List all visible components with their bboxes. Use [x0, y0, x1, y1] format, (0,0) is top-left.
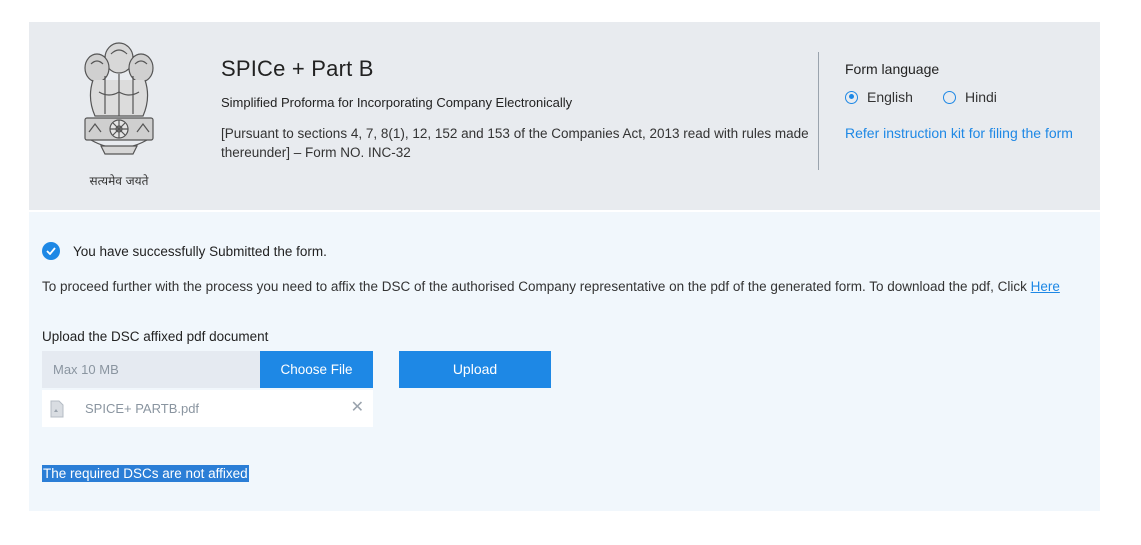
- radio-icon-checked[interactable]: [845, 90, 858, 104]
- upload-button[interactable]: Upload: [399, 351, 551, 388]
- instruction-body: To proceed further with the process you …: [42, 279, 1031, 294]
- download-here-link[interactable]: Here: [1031, 279, 1060, 294]
- radio-icon-unchecked[interactable]: [943, 90, 956, 104]
- check-circle-icon: [42, 242, 60, 260]
- legal-reference-text: [Pursuant to sections 4, 7, 8(1), 12, 15…: [221, 126, 809, 160]
- success-message-row: You have successfully Submitted the form…: [42, 242, 327, 260]
- instruction-text: To proceed further with the process you …: [42, 277, 1082, 296]
- success-message: You have successfully Submitted the form…: [73, 243, 327, 259]
- close-icon[interactable]: ✕: [351, 400, 364, 416]
- form-header: सत्यमेव जयते SPICe + Part B Simplified P…: [29, 22, 1100, 210]
- national-emblem-logo: सत्यमेव जयते: [71, 36, 167, 196]
- file-input[interactable]: Max 10 MB: [42, 351, 260, 388]
- radio-english[interactable]: English: [845, 89, 913, 105]
- choose-file-button[interactable]: Choose File: [260, 351, 373, 388]
- page-subtitle: Simplified Proforma for Incorporating Co…: [221, 95, 573, 110]
- radio-hindi[interactable]: Hindi: [943, 89, 997, 105]
- emblem-caption: सत्यमेव जयते: [89, 174, 149, 188]
- pdf-file-icon: [50, 400, 64, 417]
- upload-label: Upload the DSC affixed pdf document: [42, 329, 269, 344]
- header-divider: [818, 52, 819, 170]
- radio-english-label: English: [867, 89, 913, 105]
- dsc-warning-text: The required DSCs are not affixed: [42, 465, 249, 482]
- form-content: You have successfully Submitted the form…: [29, 212, 1100, 511]
- selected-file-name: SPICE+ PARTB.pdf: [85, 401, 200, 416]
- page-title: SPICe + Part B: [221, 56, 374, 81]
- instruction-kit-link[interactable]: Refer instruction kit for filing the for…: [845, 125, 1073, 141]
- radio-hindi-label: Hindi: [965, 89, 997, 105]
- emblem-icon: [84, 42, 154, 155]
- form-language-title: Form language: [845, 61, 940, 77]
- selected-file-chip: SPICE+ PARTB.pdf ✕: [42, 390, 373, 427]
